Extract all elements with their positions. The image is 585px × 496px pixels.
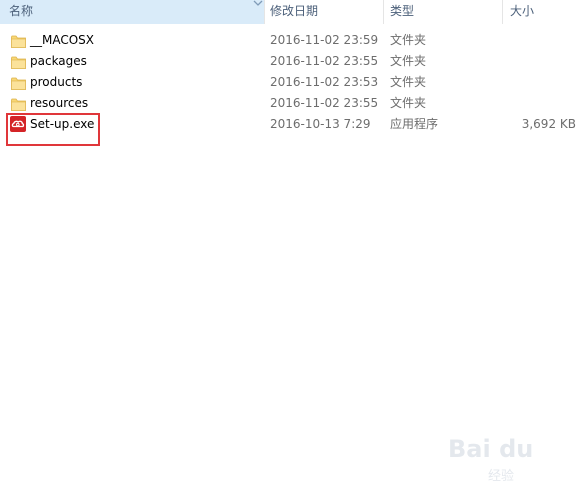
column-header-type[interactable]: 类型 bbox=[384, 0, 502, 24]
column-header-size-label: 大小 bbox=[510, 4, 535, 18]
file-name: products bbox=[30, 75, 83, 89]
column-header-bar: 名称 修改日期 类型 大小 bbox=[0, 0, 585, 24]
baidu-watermark: Bai du 经验 bbox=[448, 435, 578, 485]
folder-icon bbox=[11, 97, 26, 111]
column-header-type-label: 类型 bbox=[390, 4, 415, 18]
file-row[interactable]: __MACOSX 2016-11-02 23:59 文件夹 bbox=[0, 30, 585, 51]
sort-chevron-icon bbox=[251, 0, 265, 10]
file-size bbox=[505, 51, 576, 72]
file-date: 2016-11-02 23:59 bbox=[270, 33, 379, 47]
file-row[interactable]: products 2016-11-02 23:53 文件夹 bbox=[0, 72, 585, 93]
file-type: 文件夹 bbox=[390, 96, 427, 110]
highlight-box bbox=[6, 113, 100, 146]
file-size bbox=[505, 72, 576, 93]
folder-icon bbox=[11, 55, 26, 69]
file-name: __MACOSX bbox=[30, 33, 95, 47]
file-date: 2016-11-02 23:53 bbox=[270, 75, 379, 89]
folder-icon bbox=[11, 34, 26, 48]
file-type: 文件夹 bbox=[390, 75, 427, 89]
column-header-name[interactable]: 名称 bbox=[0, 0, 265, 24]
file-date: 2016-11-02 23:55 bbox=[270, 54, 379, 68]
file-type: 文件夹 bbox=[390, 33, 427, 47]
column-header-name-label: 名称 bbox=[9, 4, 34, 18]
file-size: 3,692 KB bbox=[521, 117, 576, 131]
watermark-subtext: 经验 bbox=[488, 469, 515, 484]
file-row[interactable]: packages 2016-11-02 23:55 文件夹 bbox=[0, 51, 585, 72]
file-row[interactable]: resources 2016-11-02 23:55 文件夹 bbox=[0, 93, 585, 114]
file-name: packages bbox=[30, 54, 87, 68]
file-date: 2016-11-02 23:55 bbox=[270, 96, 379, 110]
column-header-date[interactable]: 修改日期 bbox=[265, 0, 383, 24]
column-header-date-label: 修改日期 bbox=[270, 4, 319, 18]
watermark-text: Bai du bbox=[448, 435, 534, 463]
file-size bbox=[505, 93, 576, 114]
file-size bbox=[505, 30, 576, 51]
file-type: 应用程序 bbox=[390, 117, 439, 131]
folder-icon bbox=[11, 76, 26, 90]
column-header-size[interactable]: 大小 bbox=[503, 0, 585, 24]
file-type: 文件夹 bbox=[390, 54, 427, 68]
file-date: 2016-10-13 7:29 bbox=[270, 117, 371, 131]
file-name: resources bbox=[30, 96, 89, 110]
